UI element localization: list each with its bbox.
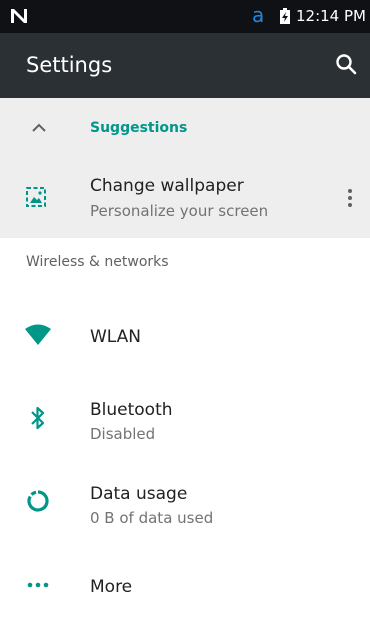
- search-icon[interactable]: [335, 53, 357, 75]
- settings-item-more[interactable]: [0, 552, 370, 618]
- suggestion-title: Change wallpaper: [90, 176, 244, 196]
- bluetooth-icon: [31, 406, 45, 430]
- status-bar: a 12:14 PM: [0, 0, 370, 33]
- settings-item-bluetooth[interactable]: [0, 382, 370, 456]
- settings-item-subtitle: 0 B of data used: [90, 509, 214, 527]
- battery-charging-icon: [280, 8, 290, 24]
- wallpaper-icon: [26, 187, 46, 207]
- wifi-icon: [25, 324, 51, 345]
- data-usage-icon: [27, 490, 49, 512]
- suggestion-subtitle: Personalize your screen: [90, 202, 269, 220]
- suggestions-label: Suggestions: [90, 120, 188, 136]
- n-logo-icon: [11, 9, 27, 23]
- settings-item-label: More: [90, 577, 133, 597]
- suggestion-item-change-wallpaper[interactable]: [0, 160, 370, 236]
- status-time: 12:14 PM: [296, 7, 366, 25]
- section-label-wireless: Wireless & networks: [26, 254, 169, 270]
- settings-item-label: Data usage: [90, 484, 188, 504]
- more-vert-icon[interactable]: [344, 186, 356, 210]
- a-notification-icon: a: [252, 3, 265, 27]
- more-horiz-icon: [27, 582, 49, 588]
- settings-item-label: WLAN: [90, 327, 142, 347]
- settings-item-label: Bluetooth: [90, 400, 173, 420]
- settings-item-wlan[interactable]: [0, 298, 370, 372]
- page-title: Settings: [26, 53, 113, 77]
- settings-item-subtitle: Disabled: [90, 425, 156, 443]
- chevron-up-icon[interactable]: [31, 121, 47, 133]
- app-bar: Settings: [0, 33, 370, 98]
